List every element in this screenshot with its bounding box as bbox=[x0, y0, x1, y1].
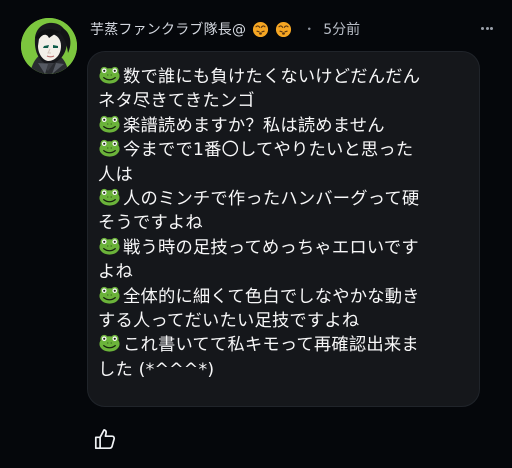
message-text: よね bbox=[98, 262, 133, 283]
message-line: よね bbox=[98, 260, 471, 284]
face-emoji-icon bbox=[252, 21, 269, 38]
menu-dot bbox=[481, 26, 484, 30]
message-text: 数で誰にも負けたくないけどだんだん bbox=[123, 67, 421, 87]
message-text: 人は bbox=[98, 164, 133, 185]
comment-screen: 芋蒸ファンクラブ隊長@ ・ 5分前 数で誰にも負けたくないけどだんだん ネタ尽き… bbox=[0, 0, 512, 468]
message-line: する人ってだいたい足技ですよね bbox=[98, 309, 471, 333]
message-text: 楽譜読めますか？私は読めません bbox=[123, 115, 385, 136]
message-text: 全体的に細くて色白でしなやかな動き bbox=[123, 286, 420, 307]
frog-icon bbox=[98, 114, 121, 134]
message-text: 人のミンチで作ったハンバーグって硬 bbox=[123, 188, 420, 209]
message-text: する人ってだいたい足技ですよね bbox=[98, 310, 360, 331]
message-line: これ書いてて私キモって再確認出来ま bbox=[98, 333, 471, 357]
message-line: した (*^^^*) bbox=[98, 358, 471, 382]
message-text: そうですよね bbox=[98, 213, 203, 234]
message-line: ネタ尽きてきたンゴ bbox=[98, 89, 471, 113]
message-text: これ書いてて私キモって再確認出来ま bbox=[123, 335, 419, 356]
frog-icon bbox=[98, 333, 121, 353]
anime-avatar-image bbox=[21, 18, 77, 74]
frog-icon bbox=[98, 285, 121, 305]
comment-header: 芋蒸ファンクラブ隊長@ ・ 5分前 bbox=[90, 18, 360, 40]
message-line: 戦う時の足技ってめっちゃエロいです bbox=[98, 236, 471, 260]
message-line: 人は bbox=[98, 163, 471, 187]
menu-dot bbox=[485, 26, 489, 30]
author-name[interactable]: 芋蒸ファンクラブ隊長@ bbox=[90, 19, 246, 39]
face-emoji-icon bbox=[275, 21, 292, 38]
comment-bubble: 数で誰にも負けたくないけどだんだん ネタ尽きてきたンゴ 楽譜読めますか？私は読め… bbox=[87, 51, 480, 407]
frog-icon bbox=[98, 187, 121, 207]
message-line: 数で誰にも負けたくないけどだんだん bbox=[98, 65, 471, 89]
frog-icon bbox=[98, 236, 121, 256]
message-text: 戦う時の足技ってめっちゃエロいです bbox=[123, 237, 419, 258]
user-avatar[interactable] bbox=[21, 18, 77, 74]
message-text: ネタ尽きてきたンゴ bbox=[98, 91, 255, 112]
message-text: 今までで1番〇してやりたいと思った bbox=[123, 140, 414, 161]
message-line: 今までで1番〇してやりたいと思った bbox=[98, 138, 471, 162]
frog-icon bbox=[98, 65, 121, 85]
message-line: 楽譜読めますか？私は読めません bbox=[98, 114, 471, 138]
comment-message: 数で誰にも負けたくないけどだんだん ネタ尽きてきたンゴ 楽譜読めますか？私は読め… bbox=[98, 65, 471, 382]
comment-time: 5分前 bbox=[323, 22, 361, 38]
thumbs-up-icon[interactable] bbox=[93, 427, 117, 451]
message-line: そうですよね bbox=[98, 211, 471, 235]
message-line: 人のミンチで作ったハンバーグって硬 bbox=[98, 187, 471, 211]
message-line: 全体的に細くて色白でしなやかな動き bbox=[98, 285, 471, 309]
time-separator: ・ bbox=[303, 22, 316, 36]
message-text: した (*^^^*) bbox=[98, 359, 215, 380]
menu-dot bbox=[490, 26, 493, 30]
frog-icon bbox=[98, 138, 121, 158]
more-options-icon[interactable] bbox=[481, 23, 493, 33]
